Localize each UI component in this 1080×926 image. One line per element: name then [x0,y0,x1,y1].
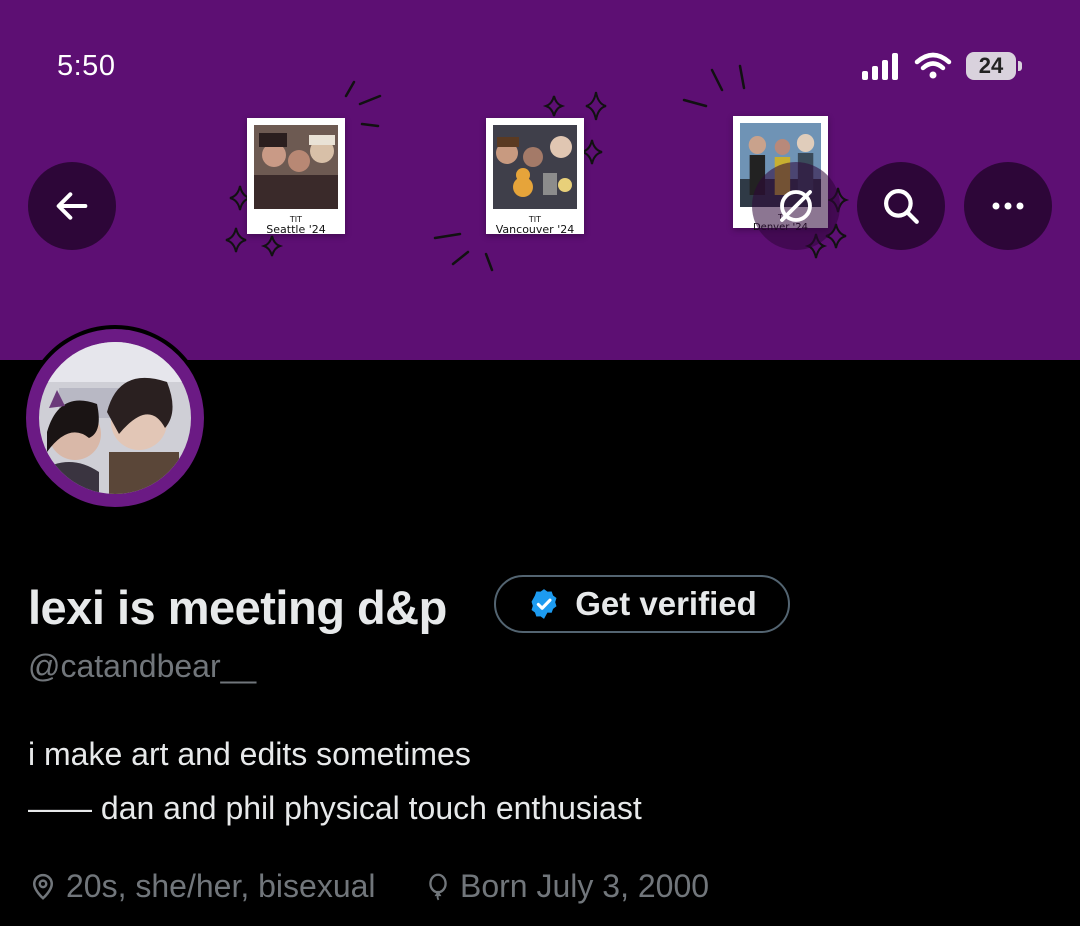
location-pin-icon [32,873,54,900]
polaroid-caption: Seattle '24 [266,223,326,236]
wifi-icon [914,52,952,79]
battery-level: 24 [978,53,1004,78]
polaroid-photo [493,125,577,209]
verified-badge-icon [531,589,557,619]
profile-location: 20s, she/her, bisexual [28,868,376,905]
profile-birthday: Born July 3, 2000 [424,868,709,905]
grok-icon [780,190,812,222]
more-horizontal-icon [992,202,1024,210]
banner-polaroid-vancouver: TIT Vancouver '24 [486,118,584,236]
birthday-text: Born July 3, 2000 [460,868,710,904]
status-time: 5:50 [57,50,116,82]
profile-banner[interactable]: 5:50 24 TIT Seattle '24 TIT Vancouver '2… [0,0,1080,360]
get-verified-label: Get verified [575,585,757,622]
search-icon [884,189,919,224]
bio-line-2: —— dan and phil physical touch enthusias… [28,790,642,826]
signal-icon [862,53,898,80]
polaroid-photo [254,125,338,209]
balloon-icon [429,873,447,900]
avatar-photo [39,342,191,494]
arrow-left-icon [56,192,88,220]
bio-line-1: i make art and edits sometimes [28,736,471,772]
status-icons: 24 [862,52,1022,80]
avatar-border [26,329,204,507]
more-button[interactable] [964,162,1052,250]
profile-avatar[interactable] [22,325,208,511]
polaroid-caption: Vancouver '24 [495,223,575,236]
display-name: lexi is meeting d&p [28,581,447,634]
avatar [39,342,191,494]
location-text: 20s, she/her, bisexual [66,868,376,904]
banner-polaroid-seattle: TIT Seattle '24 [247,118,345,236]
grok-button[interactable] [752,162,840,250]
user-handle: @catandbear__ [28,648,257,684]
get-verified-button[interactable]: Get verified [494,575,790,633]
search-button[interactable] [857,162,945,250]
battery-icon: 24 [966,52,1022,80]
back-button[interactable] [28,162,116,250]
